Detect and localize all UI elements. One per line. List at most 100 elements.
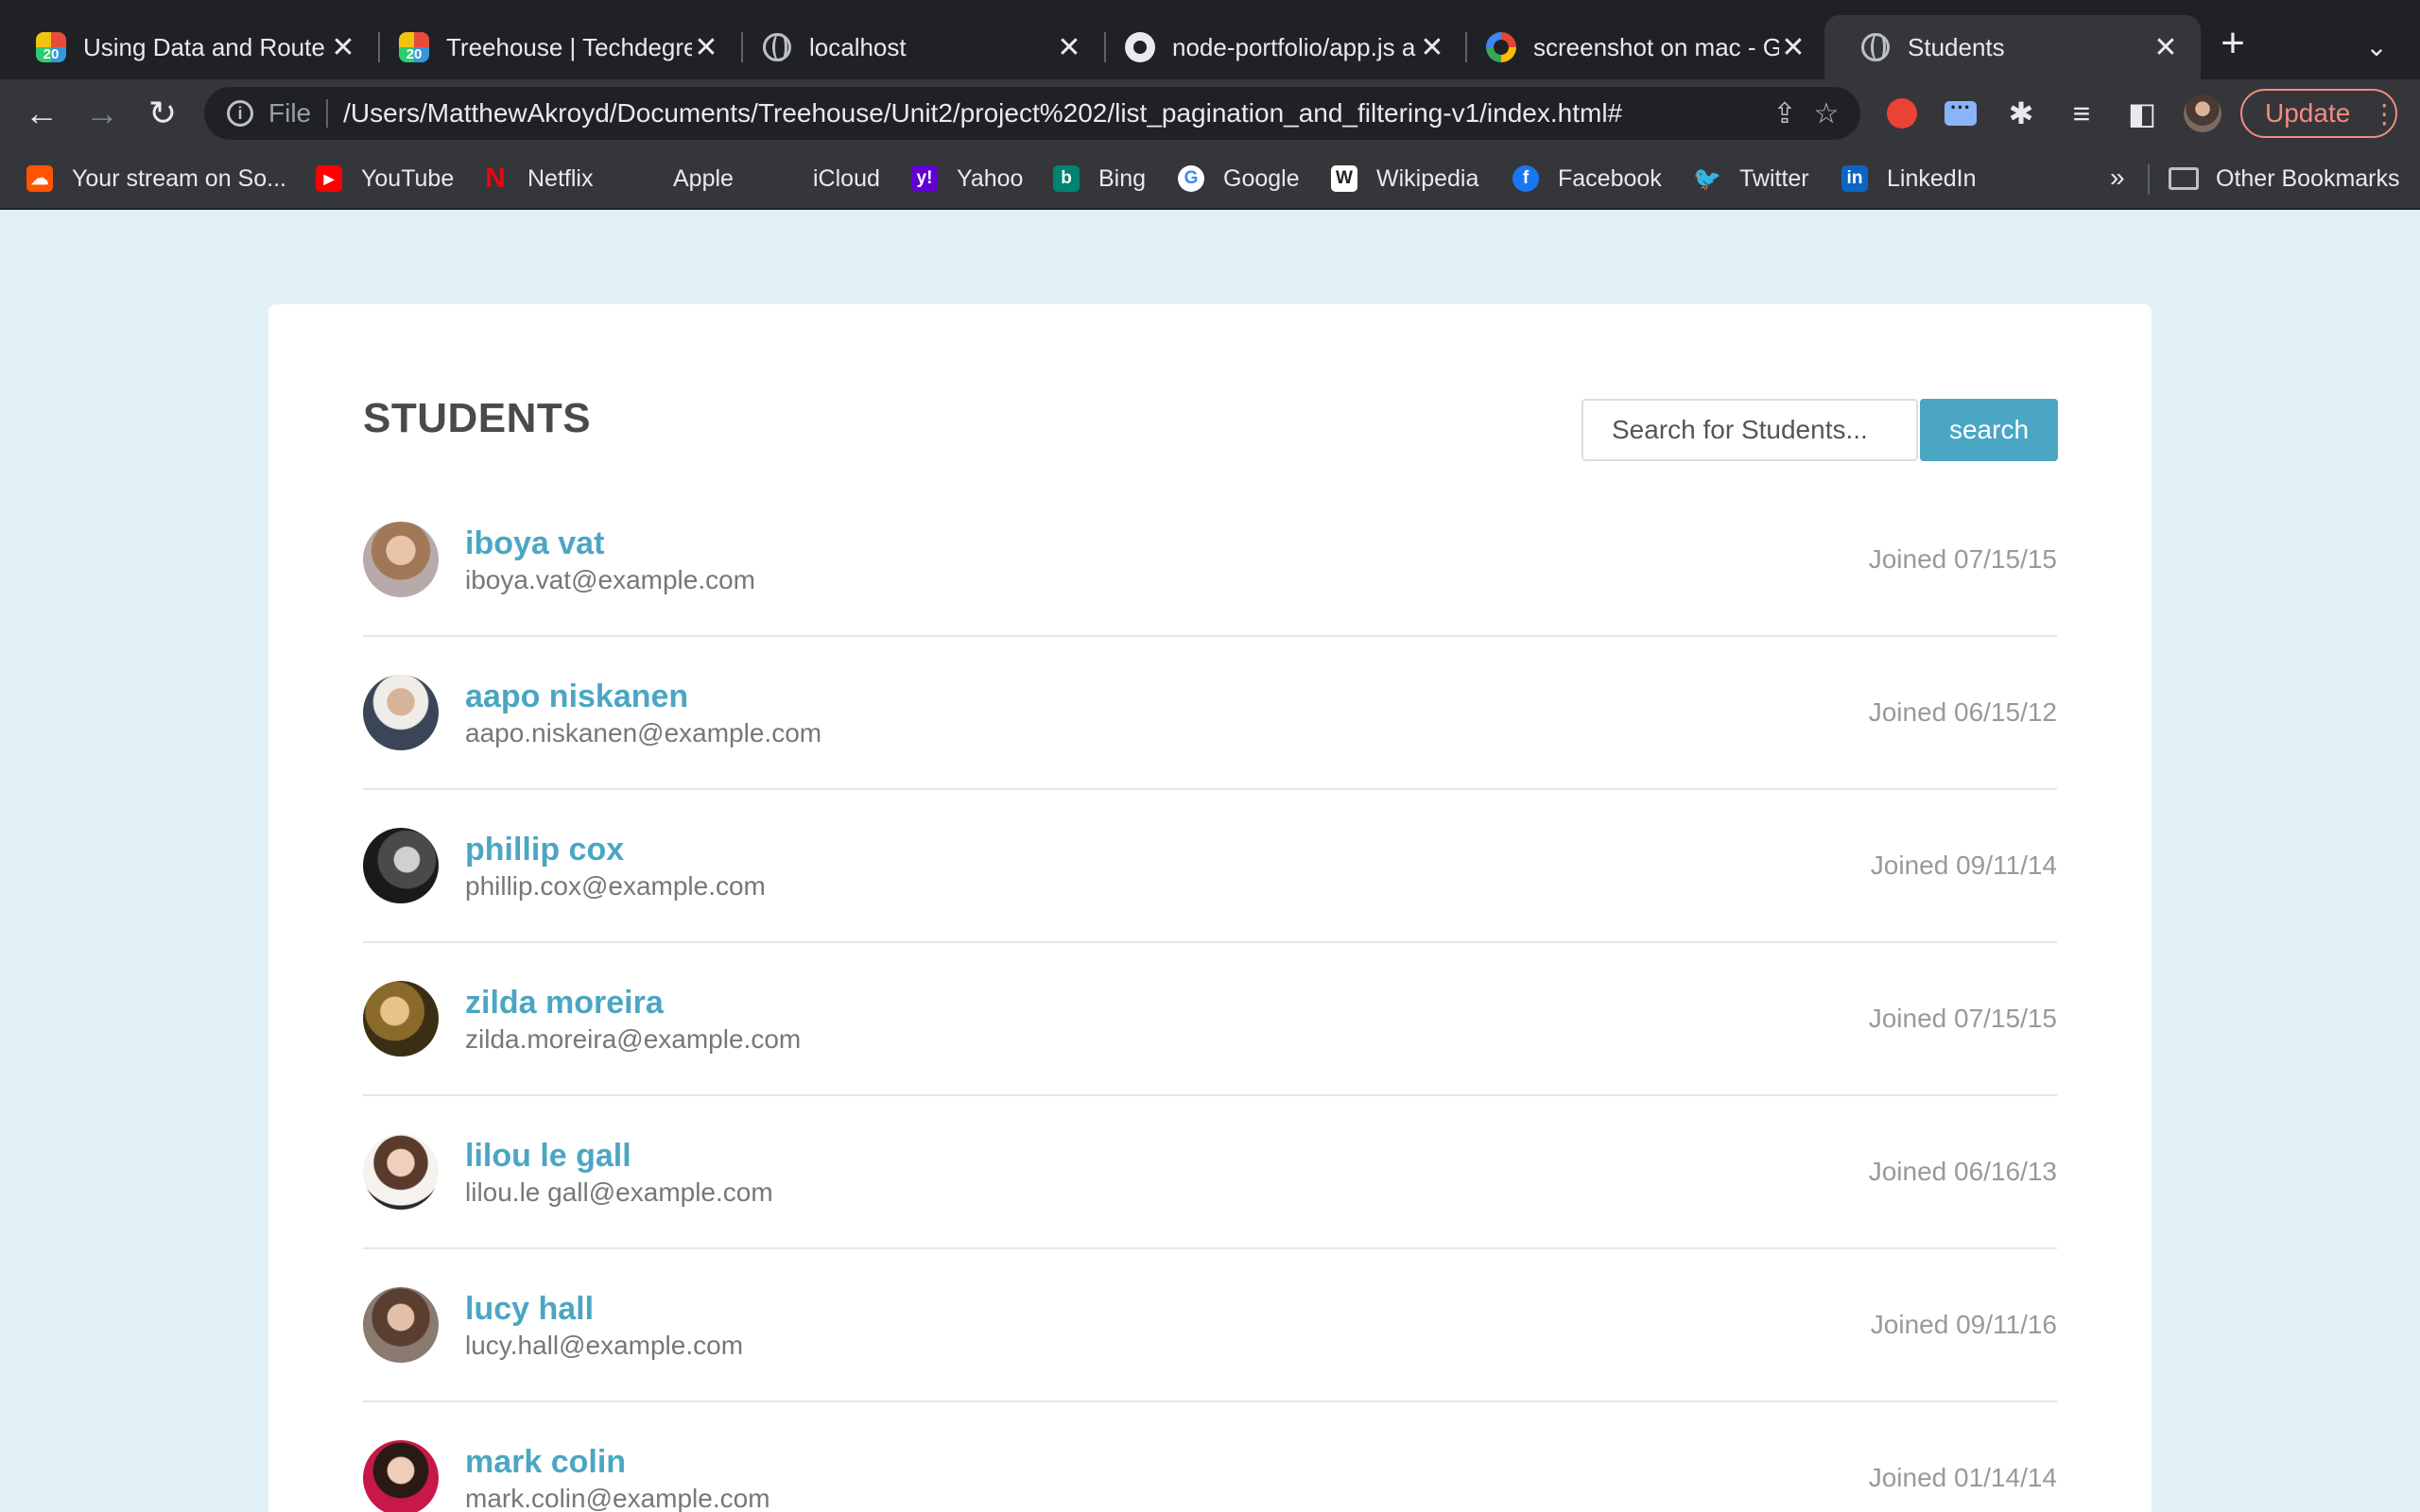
info-icon[interactable]: i [227, 100, 253, 127]
student-name: iboya vat [465, 525, 605, 561]
browser-tab[interactable]: 20 Treehouse | Techdegre ✕ [363, 15, 741, 79]
globe-icon [762, 32, 792, 62]
bookmark-label: YouTube [361, 164, 455, 192]
close-icon[interactable]: ✕ [1779, 31, 1807, 64]
student-email: phillip.cox@example.com [465, 871, 766, 901]
apple-icon [628, 165, 654, 192]
avatar[interactable] [2182, 93, 2223, 134]
students-card: STUDENTS search iboya vat iboya.vat@exam… [268, 304, 2152, 1512]
bookmark-apple[interactable]: Apple [628, 163, 734, 195]
bookmark-icloud[interactable]: iCloud [768, 163, 880, 195]
tab-title: Using Data and Route [83, 32, 325, 61]
star-icon[interactable]: ☆ [1806, 97, 1847, 130]
close-icon[interactable]: ✕ [2152, 31, 2180, 64]
bookmark-facebook[interactable]: f Facebook [1512, 163, 1662, 195]
google-icon [1486, 32, 1516, 62]
bookmark-soundcloud[interactable]: ☁ Your stream on So... [26, 163, 286, 195]
browser-tab-active[interactable]: Students ✕ [1824, 15, 2201, 79]
avatar [363, 1440, 439, 1512]
kebab-menu-icon[interactable]: ⋮ [2371, 98, 2397, 129]
bookmark-netflix[interactable]: N Netflix [482, 163, 593, 195]
student-search: search [1582, 399, 2058, 461]
browser-tab[interactable]: 20 Using Data and Route ✕ [0, 15, 378, 79]
close-icon[interactable]: ✕ [1418, 31, 1446, 64]
tab-title: node-portfolio/app.js a [1172, 32, 1416, 61]
media-queue-icon[interactable]: ≡ [2061, 93, 2102, 134]
other-bookmarks[interactable]: Other Bookmarks [2169, 163, 2400, 195]
student-name: phillip cox [465, 832, 625, 868]
student-item: phillip cox phillip.cox@example.com Join… [363, 790, 2057, 943]
extension-stop-icon[interactable] [1881, 93, 1923, 134]
back-icon[interactable]: ← [21, 93, 62, 134]
bing-icon: b [1053, 165, 1080, 192]
reload-icon[interactable]: ↻ [142, 93, 183, 134]
joined-date: Joined 01/14/14 [1868, 1463, 2057, 1492]
student-item: lilou le gall lilou.le gall@example.com … [363, 1096, 2057, 1249]
tab-title: screenshot on mac - G [1533, 32, 1779, 61]
joined-date: Joined 09/11/16 [1870, 1310, 2057, 1339]
bookmark-yahoo[interactable]: y! Yahoo [911, 163, 1023, 195]
avatar [363, 1134, 439, 1210]
soundcloud-icon: ☁ [26, 165, 53, 192]
side-panel-icon[interactable]: ◧ [2121, 93, 2163, 134]
bookmark-bing[interactable]: b Bing [1053, 163, 1146, 195]
tab-title: Treehouse | Techdegre [446, 32, 692, 61]
close-icon[interactable]: ✕ [692, 31, 720, 64]
twitter-icon: 🐦 [1693, 165, 1721, 192]
browser-tab[interactable]: node-portfolio/app.js a ✕ [1089, 15, 1467, 79]
joined-date: Joined 07/15/15 [1868, 544, 2057, 574]
page-viewport: STUDENTS search iboya vat iboya.vat@exam… [0, 210, 2420, 1512]
browser-tab[interactable]: localhost ✕ [726, 15, 1104, 79]
bookmark-wikipedia[interactable]: W Wikipedia [1331, 163, 1478, 195]
new-tab-icon[interactable]: + [2212, 23, 2254, 66]
bookmark-label: Twitter [1739, 164, 1809, 192]
joined-date: Joined 09/11/14 [1870, 850, 2057, 880]
search-button[interactable]: search [1920, 399, 2058, 461]
browser-tab[interactable]: screenshot on mac - G ✕ [1450, 15, 1828, 79]
extension-dots-icon[interactable]: ··· [1940, 93, 1981, 134]
more-bookmarks-icon[interactable]: » [2110, 163, 2125, 193]
bookmark-linkedin[interactable]: in LinkedIn [1841, 163, 1977, 195]
globe-icon [1860, 32, 1891, 62]
divider [2148, 164, 2150, 195]
tab-title: Students [1908, 32, 2005, 61]
student-email: lilou.le gall@example.com [465, 1177, 773, 1207]
student-item: aapo niskanen aapo.niskanen@example.com … [363, 637, 2057, 790]
student-name: lucy hall [465, 1291, 595, 1327]
bookmark-label: Apple [673, 164, 734, 192]
linkedin-icon: in [1841, 165, 1868, 192]
address-bar[interactable]: i File /Users/MatthewAkroyd/Documents/Tr… [204, 87, 1860, 140]
facebook-icon: f [1512, 165, 1539, 192]
folder-icon [2169, 167, 2199, 190]
google-icon: G [1178, 165, 1204, 192]
search-input[interactable] [1582, 399, 1918, 461]
bookmark-google[interactable]: G Google [1178, 163, 1300, 195]
bookmark-label: LinkedIn [1887, 164, 1977, 192]
update-button[interactable]: Update ⋮ [2240, 89, 2397, 138]
student-item: mark colin mark.colin@example.com Joined… [363, 1402, 2057, 1512]
chevron-down-icon[interactable]: ⌄ [2358, 28, 2395, 66]
bookmark-label: iCloud [813, 164, 880, 192]
page-title: STUDENTS [363, 395, 592, 441]
netflix-icon: N [485, 163, 506, 194]
youtube-icon: ▶ [316, 165, 342, 192]
avatar [363, 675, 439, 750]
url-text[interactable]: /Users/MatthewAkroyd/Documents/Treehouse… [343, 98, 1764, 129]
joined-date: Joined 07/15/15 [1868, 1004, 2057, 1033]
bookmark-youtube[interactable]: ▶ YouTube [316, 163, 454, 195]
bookmark-twitter[interactable]: 🐦 Twitter [1693, 163, 1809, 195]
update-label: Update [2265, 98, 2351, 128]
bookmarks-bar: ☁ Your stream on So... ▶ YouTube N Netfl… [0, 147, 2420, 210]
student-name: lilou le gall [465, 1138, 631, 1174]
avatar [363, 828, 439, 903]
bookmark-label: Your stream on So... [72, 164, 286, 192]
forward-icon[interactable]: → [81, 93, 123, 134]
student-email: zilda.moreira@example.com [465, 1024, 802, 1054]
bookmark-label: Wikipedia [1376, 164, 1479, 192]
share-icon[interactable]: ⇪ [1764, 97, 1806, 130]
close-icon[interactable]: ✕ [1055, 31, 1083, 64]
github-icon [1125, 32, 1155, 62]
puzzle-icon[interactable]: ✱ [2000, 93, 2042, 134]
close-icon[interactable]: ✕ [329, 31, 357, 64]
divider [326, 99, 329, 128]
